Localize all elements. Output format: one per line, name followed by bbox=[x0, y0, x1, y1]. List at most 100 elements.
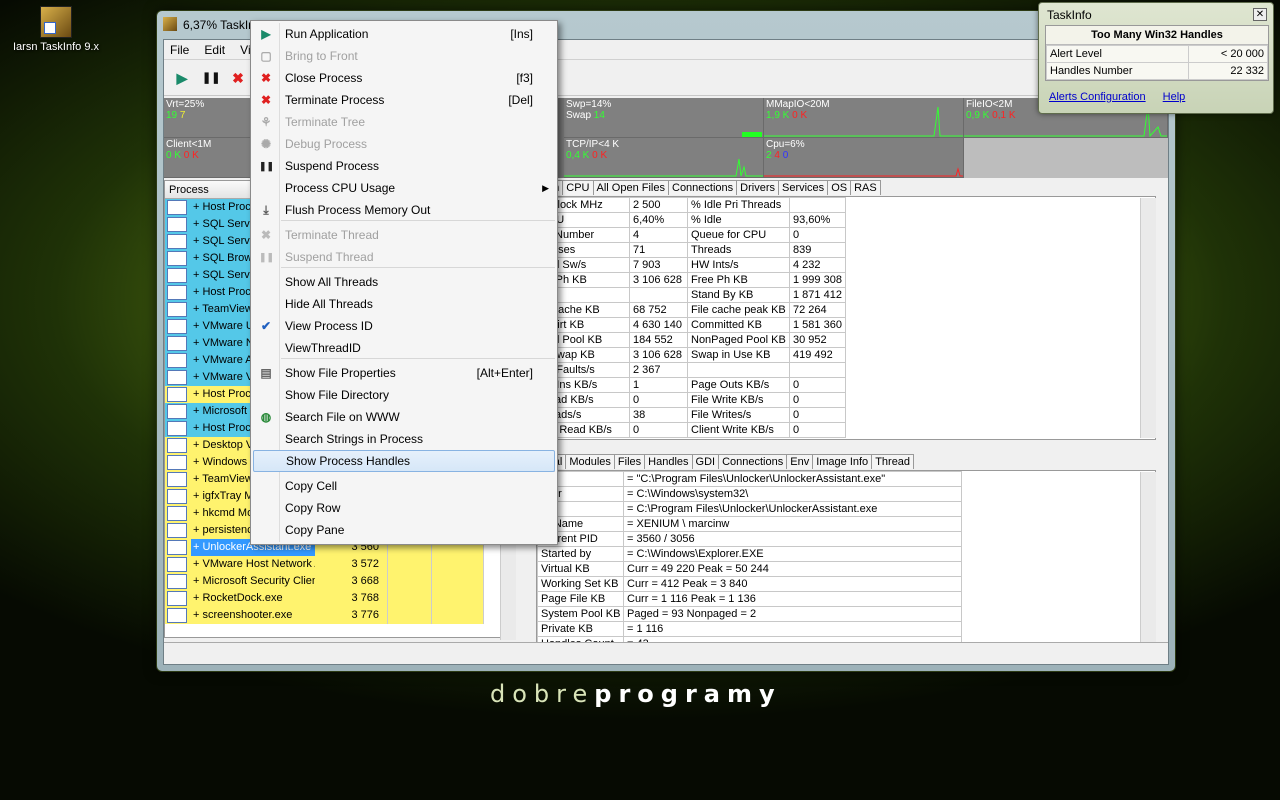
process-row[interactable]: + screenshooter.exe 3 776 bbox=[165, 607, 515, 624]
cpu-sparkline bbox=[764, 167, 963, 177]
menu-item-search-strings-in-process[interactable]: Search Strings in Process bbox=[253, 428, 555, 450]
process-row[interactable]: + RocketDock.exe 3 768 bbox=[165, 590, 515, 607]
menu-item-terminate-process[interactable]: ✖ Terminate Process [Del] bbox=[253, 89, 555, 111]
process-cell bbox=[387, 556, 431, 573]
menu-item-label: Search Strings in Process bbox=[285, 432, 424, 446]
terminate-icon: ✖ bbox=[260, 93, 272, 107]
system-tab[interactable]: All Open Files bbox=[592, 180, 669, 195]
system-value: 0 bbox=[789, 227, 846, 243]
system-tab[interactable]: RAS bbox=[850, 180, 881, 195]
menu-item-copy-row[interactable]: Copy Row bbox=[253, 497, 555, 519]
menu-item-show-process-handles[interactable]: Show Process Handles bbox=[253, 450, 555, 472]
menu-item-copy-cell[interactable]: Copy Cell bbox=[253, 475, 555, 497]
detail-tab[interactable]: Connections bbox=[718, 454, 788, 469]
menu-item-label: Show File Properties bbox=[285, 366, 396, 380]
process-detail-grid: D= "C:\Program Files\Unlocker\UnlockerAs… bbox=[536, 470, 1156, 644]
system-tabs: emCPUAll Open FilesConnectionsDriversSer… bbox=[540, 180, 881, 196]
system-tab[interactable]: CPU bbox=[562, 180, 594, 195]
system-value: 72 264 bbox=[789, 302, 846, 318]
menu-item-terminate-thread: ✖ Terminate Thread bbox=[253, 224, 555, 246]
process-row[interactable]: + Microsoft Security Client 3 668 bbox=[165, 573, 515, 590]
process-row[interactable]: + VMware Host Network A 3 572 bbox=[165, 556, 515, 573]
terminate-thread-icon: ✖ bbox=[260, 228, 272, 242]
system-label: Stand By KB bbox=[687, 287, 790, 303]
menu-item-search-file-on-www[interactable]: ◍ Search File on WWW bbox=[253, 406, 555, 428]
menu-item-suspend-process[interactable]: ❚❚ Suspend Process bbox=[253, 155, 555, 177]
detail-grid-vscroll[interactable] bbox=[1140, 472, 1156, 642]
system-value: 184 552 bbox=[629, 332, 688, 348]
run-icon[interactable]: ▶ bbox=[174, 70, 190, 86]
system-value: 30 952 bbox=[789, 332, 846, 348]
menu-item-show-all-threads[interactable]: Show All Threads bbox=[253, 271, 555, 293]
menu-item-show-file-properties[interactable]: ▤ Show File Properties [Alt+Enter] bbox=[253, 362, 555, 384]
menu-item-process-cpu-usage[interactable]: Process CPU Usage ▶ bbox=[253, 177, 555, 199]
detail-tab[interactable]: Modules bbox=[565, 454, 615, 469]
submenu-arrow-icon: ▶ bbox=[542, 183, 549, 193]
detail-row: h= C:\Program Files\Unlocker\UnlockerAss… bbox=[537, 501, 962, 517]
system-tab[interactable]: Connections bbox=[668, 180, 738, 195]
system-label: Queue for CPU bbox=[687, 227, 790, 243]
process-icon bbox=[167, 285, 187, 300]
suspend-thread-icon: ❚❚ bbox=[259, 252, 275, 262]
menu-item-flush-process-memory-out[interactable]: ⤓ Flush Process Memory Out bbox=[253, 199, 555, 221]
system-value: 38 bbox=[629, 407, 688, 423]
detail-tab[interactable]: Thread bbox=[871, 454, 915, 469]
process-pid: 3 668 bbox=[351, 575, 379, 587]
detail-value: = 3560 / 3056 bbox=[623, 531, 962, 547]
system-row: Stand By KB 1 871 412 bbox=[537, 287, 846, 303]
process-icon bbox=[167, 591, 187, 606]
system-tab[interactable]: OS bbox=[827, 180, 852, 195]
detail-tab[interactable]: Env bbox=[786, 454, 814, 469]
menu-item-viewthreadid[interactable]: ViewThreadID bbox=[253, 337, 555, 359]
menu-edit[interactable]: Edit bbox=[198, 40, 231, 60]
menu-item-run-application[interactable]: ▶ Run Application [Ins] bbox=[253, 23, 555, 45]
process-icon bbox=[167, 540, 187, 555]
process-cell bbox=[431, 556, 483, 573]
system-row: ged Pool KB 184 552 NonPaged Pool KB 30 952 bbox=[537, 332, 846, 348]
close-icon[interactable]: ✖ bbox=[230, 70, 246, 86]
pause-icon[interactable]: ❚❚ bbox=[202, 70, 220, 86]
desktop-icon-taskinfo[interactable]: Iarsn TaskInfo 9.x bbox=[6, 6, 106, 53]
system-value: 419 492 bbox=[789, 347, 846, 363]
detail-label: Virtual KB bbox=[537, 561, 624, 577]
detail-tab[interactable]: Files bbox=[613, 454, 646, 469]
menu-file[interactable]: File bbox=[164, 40, 195, 60]
alert-popup: TaskInfo ✕ Too Many Win32 Handles Alert … bbox=[1038, 2, 1274, 114]
detail-tab[interactable]: GDI bbox=[691, 454, 720, 469]
alerts-configuration-link[interactable]: Alerts Configuration bbox=[1049, 91, 1146, 103]
detail-tab[interactable]: Handles bbox=[644, 454, 693, 469]
tcpip-sparkline bbox=[564, 158, 763, 177]
system-row: ge Faults/s 2 367 bbox=[537, 362, 846, 378]
process-icon bbox=[167, 336, 187, 351]
menu-item-close-process[interactable]: ✖ Close Process [f3] bbox=[253, 67, 555, 89]
taskinfo-app-icon bbox=[40, 6, 72, 38]
help-link[interactable]: Help bbox=[1163, 91, 1186, 103]
process-icon bbox=[167, 319, 187, 334]
detail-row: D= "C:\Program Files\Unlocker\UnlockerAs… bbox=[537, 471, 962, 487]
menu-item-hide-all-threads[interactable]: Hide All Threads bbox=[253, 293, 555, 315]
system-value: 4 630 140 bbox=[629, 317, 688, 333]
menu-item-bring-to-front: ▢ Bring to Front bbox=[253, 45, 555, 67]
close-icon[interactable]: ✕ bbox=[1253, 8, 1267, 21]
tree-icon: ⚘ bbox=[260, 115, 272, 129]
menu-item-copy-pane[interactable]: Copy Pane bbox=[253, 519, 555, 541]
detail-tab[interactable]: Image Info bbox=[812, 454, 873, 469]
process-icon bbox=[167, 217, 187, 232]
system-info-grid: J Clock MHz2 500% Idle Pri ThreadsCPU6,4… bbox=[536, 196, 1156, 440]
process-icon bbox=[167, 302, 187, 317]
system-tab[interactable]: Drivers bbox=[736, 180, 779, 195]
menu-item-show-file-directory[interactable]: Show File Directory bbox=[253, 384, 555, 406]
detail-label: System Pool KB bbox=[537, 606, 624, 622]
menu-item-label: Show All Threads bbox=[285, 275, 379, 289]
menu-item-label: Terminate Thread bbox=[285, 228, 379, 242]
menu-item-view-process-id[interactable]: ✔ View Process ID bbox=[253, 315, 555, 337]
detail-label: Working Set KB bbox=[537, 576, 624, 592]
graph-cpu: Cpu=6% 2 4 0 bbox=[764, 138, 964, 178]
system-value: 1 999 308 bbox=[789, 272, 846, 288]
detail-label: Started by bbox=[537, 546, 624, 562]
detail-value: Curr = 412 Peak = 3 840 bbox=[623, 576, 962, 592]
status-bar bbox=[164, 642, 1168, 664]
system-tab[interactable]: Services bbox=[778, 180, 829, 195]
graph-value: 0 K bbox=[166, 150, 182, 161]
system-grid-vscroll[interactable] bbox=[1140, 198, 1156, 438]
